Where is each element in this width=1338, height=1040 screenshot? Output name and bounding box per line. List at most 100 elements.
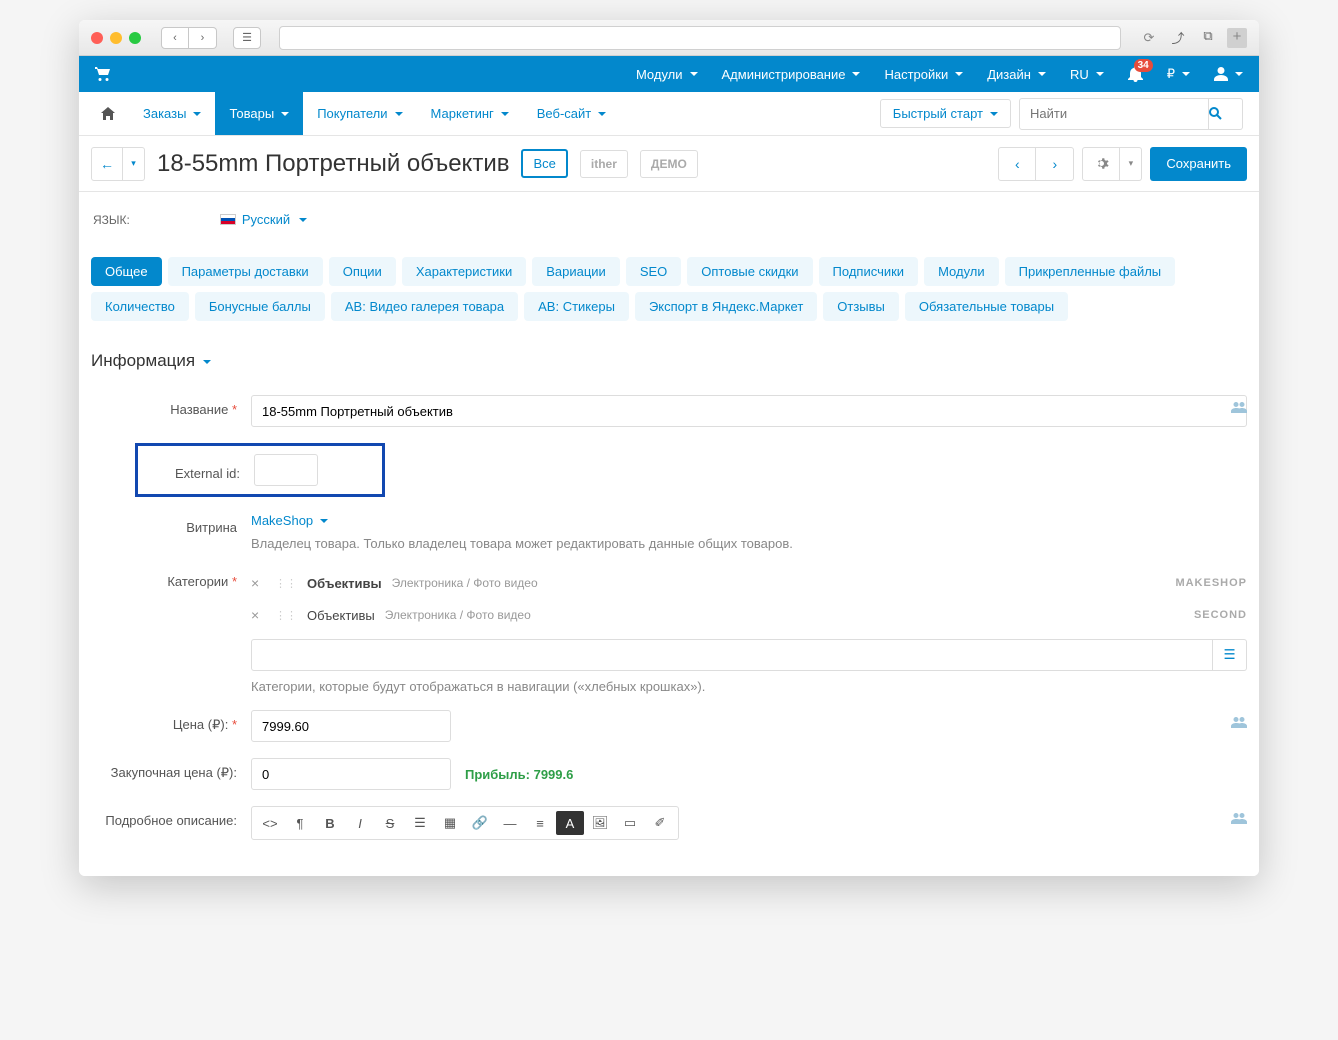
tool-align-icon[interactable]: ≡ (526, 811, 554, 835)
language-label: ЯЗЫК: (93, 213, 130, 227)
shared-icon[interactable] (1231, 716, 1247, 729)
url-bar[interactable] (279, 26, 1121, 50)
product-tabs: ОбщееПараметры доставкиОпцииХарактеристи… (91, 257, 1247, 321)
tab-2[interactable]: Опции (329, 257, 396, 286)
external-id-label: External id: (138, 459, 254, 481)
browser-window: ‹ › ☰ ⟳ ⤴ ⧉ + Модули Администрирование Н… (79, 20, 1259, 876)
minimize-window[interactable] (110, 32, 122, 44)
tab-13[interactable]: AB: Стикеры (524, 292, 629, 321)
tab-9[interactable]: Прикрепленные файлы (1005, 257, 1176, 286)
tab-16[interactable]: Обязательные товары (905, 292, 1068, 321)
tabs-icon[interactable]: ⧉ (1197, 28, 1219, 48)
reload-icon[interactable]: ⟳ (1139, 30, 1159, 46)
name-label: Название (91, 395, 251, 417)
tool-italic-icon[interactable]: I (346, 811, 374, 835)
gear-dropdown[interactable]: ▾ (1120, 147, 1142, 181)
notifications-badge: 34 (1134, 59, 1153, 72)
topbar-modules[interactable]: Модули (636, 67, 698, 82)
menu-products[interactable]: Товары (215, 92, 303, 135)
browser-forward[interactable]: › (189, 27, 217, 49)
category-menu-icon[interactable]: ☰ (1213, 639, 1247, 671)
quickstart-button[interactable]: Быстрый старт (880, 99, 1011, 128)
tool-list-icon[interactable]: ☰ (406, 811, 434, 835)
topbar-design[interactable]: Дизайн (987, 67, 1046, 82)
category-name: Объективы (307, 576, 382, 591)
tab-1[interactable]: Параметры доставки (168, 257, 323, 286)
save-button[interactable]: Сохранить (1150, 147, 1247, 181)
cart-icon[interactable] (95, 67, 111, 81)
tab-5[interactable]: SEO (626, 257, 681, 286)
store-demo: ДЕМО (640, 150, 698, 178)
price-input[interactable] (251, 710, 451, 742)
back-dropdown[interactable]: ▾ (123, 147, 145, 181)
tab-14[interactable]: Экспорт в Яндекс.Маркет (635, 292, 817, 321)
showcase-label: Витрина (91, 513, 251, 535)
tool-paragraph-icon[interactable]: ¶ (286, 811, 314, 835)
menu-orders[interactable]: Заказы (129, 92, 215, 135)
tool-color-icon[interactable]: A (556, 811, 584, 835)
tab-10[interactable]: Количество (91, 292, 189, 321)
category-path: Электроника / Фото видео (392, 576, 538, 590)
drag-handle-icon[interactable]: ⋮⋮ (275, 577, 297, 590)
category-name: Объективы (307, 608, 375, 623)
prev-product[interactable]: ‹ (998, 147, 1036, 181)
external-id-input[interactable] (254, 454, 318, 486)
tab-15[interactable]: Отзывы (823, 292, 899, 321)
topbar-administration[interactable]: Администрирование (722, 67, 861, 82)
menu-website[interactable]: Веб-сайт (523, 92, 620, 135)
menu-customers[interactable]: Покупатели (303, 92, 416, 135)
tool-link-icon[interactable]: 🔗 (466, 811, 494, 835)
tab-6[interactable]: Оптовые скидки (687, 257, 812, 286)
global-search-button[interactable] (1209, 98, 1243, 130)
remove-category-icon[interactable]: × (251, 575, 265, 591)
home-icon[interactable] (87, 92, 129, 135)
categories-help: Категории, которые будут отображаться в … (251, 679, 1247, 694)
store-watermark: ither (580, 150, 628, 178)
tab-4[interactable]: Вариации (532, 257, 620, 286)
tab-11[interactable]: Бонусные баллы (195, 292, 325, 321)
section-title-information[interactable]: Информация (91, 351, 1247, 371)
tab-7[interactable]: Подписчики (819, 257, 919, 286)
showcase-selector[interactable]: MakeShop (251, 513, 1247, 528)
tool-strike-icon[interactable]: S (376, 811, 404, 835)
user-menu-icon[interactable] (1214, 67, 1243, 81)
tool-table-icon[interactable]: ▦ (436, 811, 464, 835)
tab-12[interactable]: AB: Видео галерея товара (331, 292, 518, 321)
next-product[interactable]: › (1036, 147, 1074, 181)
admin-topbar: Модули Администрирование Настройки Дизай… (79, 56, 1259, 92)
tool-image-icon[interactable]: 🖼 (586, 811, 614, 835)
shared-icon[interactable] (1231, 812, 1247, 825)
gear-icon[interactable] (1082, 147, 1120, 181)
language-selector[interactable]: Русский (220, 212, 307, 227)
tab-3[interactable]: Характеристики (402, 257, 526, 286)
tool-code-icon[interactable]: <> (256, 811, 284, 835)
category-search-input[interactable] (251, 639, 1213, 671)
topbar-settings[interactable]: Настройки (884, 67, 963, 82)
shared-icon[interactable] (1231, 401, 1247, 414)
editor-toolbar: <> ¶ B I S ☰ ▦ 🔗 — ≡ A 🖼 ▭ ✐ (251, 806, 679, 840)
external-id-highlight: External id: (135, 443, 385, 497)
tab-8[interactable]: Модули (924, 257, 999, 286)
browser-sidebar-toggle[interactable]: ☰ (233, 27, 261, 49)
maximize-window[interactable] (129, 32, 141, 44)
global-search-input[interactable] (1019, 98, 1209, 130)
tool-hr-icon[interactable]: — (496, 811, 524, 835)
tool-magic-icon[interactable]: ✐ (646, 811, 674, 835)
browser-back[interactable]: ‹ (161, 27, 189, 49)
new-tab[interactable]: + (1227, 28, 1247, 48)
share-icon[interactable]: ⤴ (1167, 28, 1189, 48)
name-input[interactable] (251, 395, 1247, 427)
remove-category-icon[interactable]: × (251, 607, 265, 623)
store-filter-all[interactable]: Все (521, 149, 567, 178)
close-window[interactable] (91, 32, 103, 44)
tool-video-icon[interactable]: ▭ (616, 811, 644, 835)
topbar-currency[interactable]: ₽ (1167, 66, 1190, 82)
tool-bold-icon[interactable]: B (316, 811, 344, 835)
tab-0[interactable]: Общее (91, 257, 162, 286)
notifications-icon[interactable]: 34 (1128, 66, 1143, 82)
topbar-language[interactable]: RU (1070, 67, 1104, 82)
drag-handle-icon[interactable]: ⋮⋮ (275, 609, 297, 622)
back-button[interactable]: ← (91, 147, 123, 181)
menu-marketing[interactable]: Маркетинг (417, 92, 523, 135)
list-price-input[interactable] (251, 758, 451, 790)
